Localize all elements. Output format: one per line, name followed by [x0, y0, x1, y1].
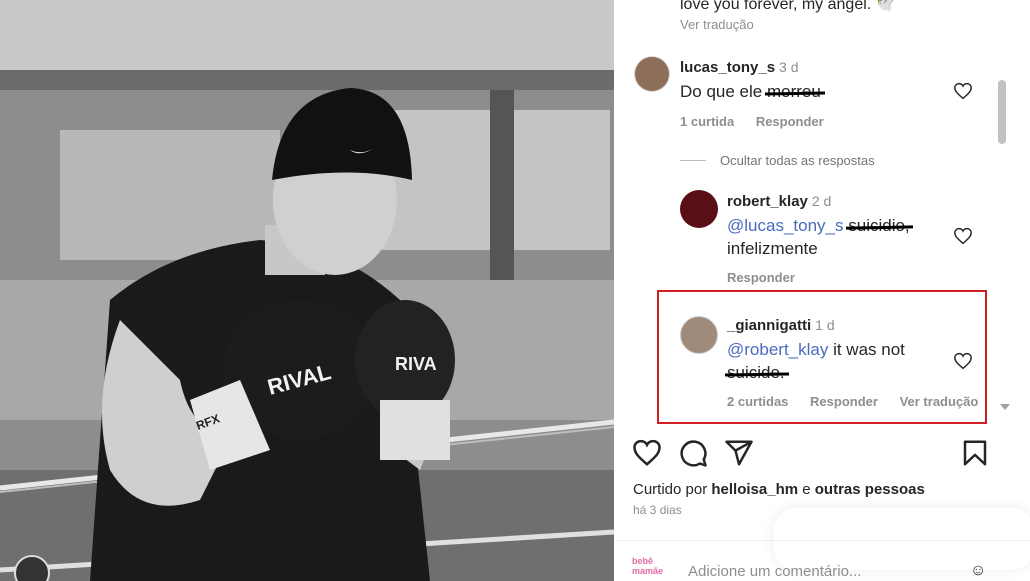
struck-text: suicide.: [727, 363, 785, 382]
liked-prefix: Curtido por: [633, 481, 708, 498]
mention-link[interactable]: @robert_klay: [727, 340, 828, 359]
struck-text: suicidio,: [848, 216, 910, 235]
avatar[interactable]: [680, 316, 718, 354]
divider-line: [680, 160, 706, 161]
mention-link[interactable]: @lucas_tony_s: [727, 216, 844, 235]
reply-text: infelizmente: [727, 239, 818, 258]
brand-logo-line2: mamãe: [632, 566, 664, 576]
like-heart-icon[interactable]: [953, 352, 973, 370]
emoji-icon[interactable]: ☺: [970, 562, 986, 580]
comment-time: 3 d: [779, 59, 799, 75]
bookmark-icon[interactable]: [960, 438, 990, 468]
boxer-illustration: RIVAL RIVA RFX: [0, 0, 614, 581]
reply-button[interactable]: Responder: [756, 114, 824, 129]
comments-panel: love you forever, my angel. 🕊️ Ver tradu…: [614, 0, 1030, 581]
comment-username[interactable]: lucas_tony_s: [680, 59, 775, 76]
hide-replies-button[interactable]: Ocultar todas as respostas: [720, 153, 875, 168]
liked-others-link[interactable]: outras pessoas: [815, 481, 925, 498]
see-translation-link[interactable]: Ver tradução: [900, 394, 979, 409]
reply-time: 1 d: [815, 317, 835, 333]
comment-likes[interactable]: 1 curtida: [680, 114, 734, 129]
like-heart-icon[interactable]: [953, 82, 973, 100]
reply-username[interactable]: robert_klay: [727, 193, 808, 210]
liked-user-link[interactable]: helloisa_hm: [711, 481, 798, 498]
comment-text: Do que ele: [680, 82, 767, 101]
avatar[interactable]: [634, 56, 670, 92]
reply-button[interactable]: Responder: [810, 394, 878, 409]
post-date: há 3 dias: [633, 503, 682, 517]
reply-item: robert_klay 2 d @lucas_tony_s suicidio, i…: [680, 190, 990, 290]
brand-logo-line1: bebê: [632, 556, 654, 566]
avatar[interactable]: [680, 190, 718, 228]
struck-text: morreu: [766, 82, 821, 101]
scrollbar[interactable]: [996, 60, 1008, 420]
reply-time: 2 d: [811, 193, 832, 209]
liked-by: Curtido por helloisa_hm e outras pessoas: [633, 481, 925, 498]
like-heart-icon[interactable]: [953, 227, 973, 245]
liked-and: e: [802, 481, 811, 498]
reply-button[interactable]: Responder: [727, 270, 795, 285]
reply-item: _giannigatti 1 d @robert_klay it was not …: [680, 314, 980, 414]
divider: [614, 540, 1030, 541]
share-send-icon[interactable]: [724, 438, 754, 468]
see-translation-link[interactable]: Ver tradução: [680, 17, 754, 32]
add-comment-input[interactable]: Adicione um comentário...: [688, 563, 861, 580]
brand-logo: bebê mamãe: [632, 556, 672, 581]
scrollbar-thumb[interactable]: [998, 80, 1006, 144]
scroll-down-arrow-icon[interactable]: [1000, 404, 1010, 410]
reply-username[interactable]: _giannigatti: [727, 317, 811, 334]
post-photo[interactable]: RIVAL RIVA RFX: [0, 0, 614, 581]
reply-likes[interactable]: 2 curtidas: [727, 394, 788, 409]
comment-bubble-icon[interactable]: [678, 438, 708, 468]
top-comment-text: love you forever, my angel. 🕊️: [680, 0, 896, 13]
glove-brand-right: RIVA: [395, 354, 437, 374]
comment-composer: bebê mamãe Adicione um comentário... ☺: [632, 554, 1030, 581]
reply-text: it was not: [828, 340, 905, 359]
like-heart-icon[interactable]: [632, 438, 662, 468]
post-action-bar: [632, 438, 992, 470]
comment-item: lucas_tony_s 3 d Do que ele morreu 1 curt…: [634, 56, 984, 136]
